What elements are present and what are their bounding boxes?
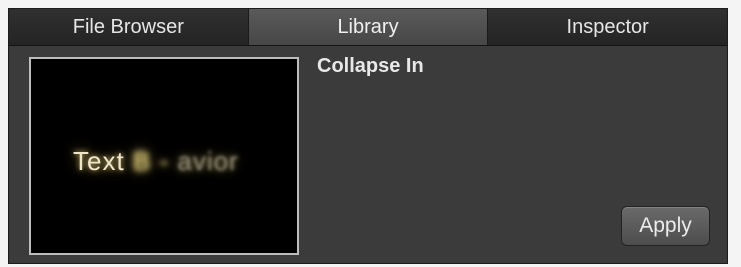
tab-bar: File Browser Library Inspector xyxy=(9,9,728,46)
library-panel: File Browser Library Inspector Text B - … xyxy=(8,8,728,264)
preview-text-end: avior xyxy=(169,146,239,176)
tab-library[interactable]: Library xyxy=(248,9,489,45)
preview-text-blurred: B - xyxy=(124,146,170,176)
preview-text: Text B - avior xyxy=(73,146,239,177)
tab-inspector[interactable]: Inspector xyxy=(488,9,728,45)
apply-button[interactable]: Apply xyxy=(621,206,710,246)
tab-file-browser[interactable]: File Browser xyxy=(9,9,249,45)
item-title: Collapse In xyxy=(317,55,424,77)
preview-text-start: Text xyxy=(73,146,125,176)
behavior-preview: Text B - avior xyxy=(29,57,299,255)
